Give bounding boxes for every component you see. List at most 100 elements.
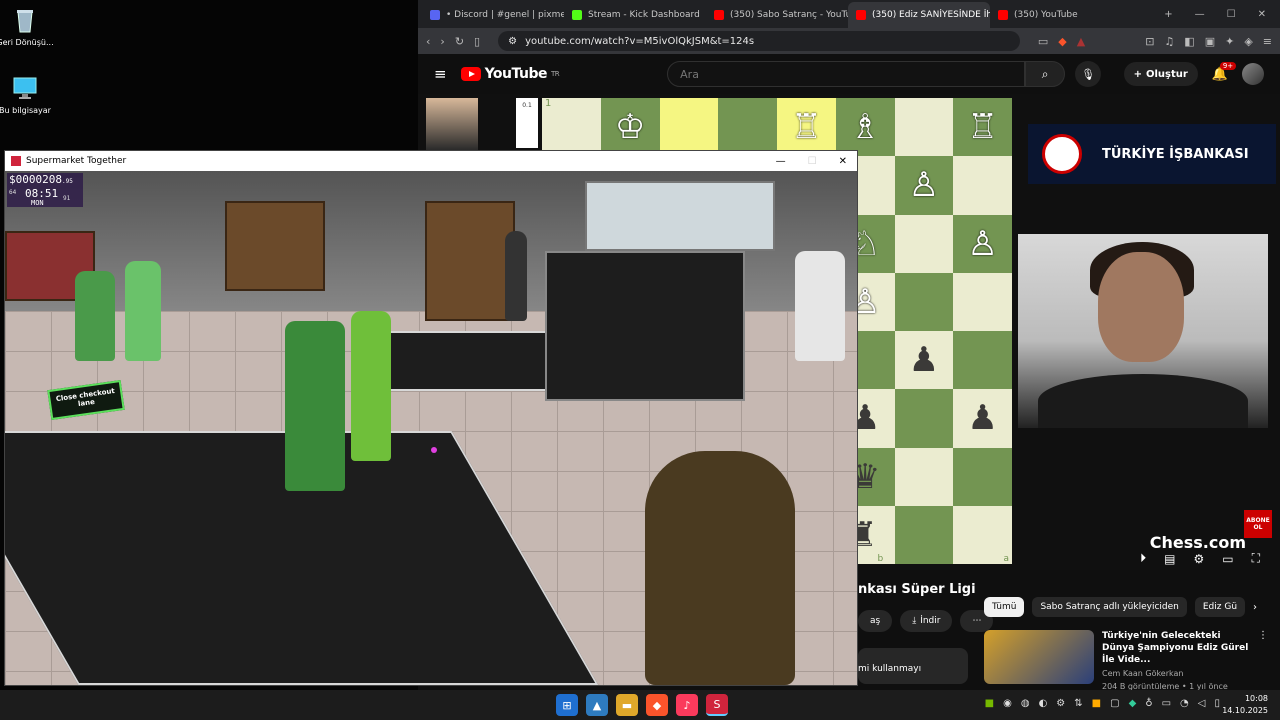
tab-kick[interactable]: Stream - Kick Dashboard — [564, 2, 706, 28]
download-button[interactable]: ⤓ İndir — [900, 610, 953, 632]
search-icon[interactable]: ⌕ — [1025, 61, 1066, 87]
game-day: MON — [31, 199, 44, 207]
maximize-icon[interactable]: ☐ — [808, 156, 817, 167]
subscribe-badge[interactable]: ABONE OL — [1244, 510, 1272, 538]
recommended-title[interactable]: Türkiye'nin Gelecekteki Dünya Şampiyonu … — [1102, 630, 1250, 666]
board-square: ♟ — [894, 331, 954, 390]
file-explorer-icon[interactable]: ▬ — [616, 694, 638, 716]
recommended-video[interactable]: Türkiye'nin Gelecekteki Dünya Şampiyonu … — [984, 630, 1268, 692]
display-icon[interactable]: ▭ — [1162, 698, 1171, 709]
network-icon[interactable]: ⇅ — [1074, 698, 1082, 709]
customer-npc — [351, 311, 391, 461]
sidebar-icon[interactable]: ◧ — [1184, 35, 1194, 48]
vpn-icon[interactable]: ◈ — [1244, 35, 1252, 48]
media-icon[interactable]: ♫ — [1164, 35, 1174, 48]
menu-icon[interactable]: ≡ — [1263, 35, 1272, 48]
url-field[interactable]: ⚙ youtube.com/watch?v=M5ivOlQkJSM&t=124s — [498, 31, 1020, 51]
microphone-icon[interactable]: ♁ — [1145, 698, 1152, 709]
cast-icon[interactable]: ▭ — [1038, 35, 1048, 48]
chip-uploader[interactable]: Sabo Satranç adlı yükleyiciden — [1032, 597, 1187, 617]
chip-all[interactable]: Tümü — [984, 597, 1025, 617]
video-thumbnail[interactable] — [984, 630, 1094, 684]
settings-icon[interactable]: ⚙ — [1056, 698, 1065, 709]
microphone-icon[interactable]: 🎙 — [1075, 61, 1102, 87]
supermarket-together-icon[interactable]: S — [706, 694, 728, 716]
board-square: ♔ — [600, 98, 660, 157]
create-button[interactable]: + Oluştur — [1123, 62, 1198, 86]
game-window[interactable]: Supermarket Together — ☐ ✕ Close checkou… — [4, 150, 858, 686]
video-title: nkası Süper Ligi — [858, 582, 976, 597]
photos-icon[interactable]: ▲ — [586, 694, 608, 716]
close-window-icon[interactable]: ✕ — [1258, 9, 1266, 20]
share-button[interactable]: aş — [858, 610, 893, 632]
tab-ediz-video[interactable]: (350) Ediz SANİYESİNDE İh ✕ — [848, 2, 990, 28]
notifications-bell-icon[interactable]: 🔔 9+ — [1212, 61, 1237, 82]
chess-federation-logo — [1042, 134, 1082, 174]
reload-icon[interactable]: ↻ — [455, 35, 464, 48]
system-clock[interactable]: 10:08 14.10.2025 — [1222, 693, 1268, 717]
game-viewport[interactable]: Close checkout lane $0000208.95 64 08:51… — [5, 171, 857, 685]
brave-shield-icon[interactable]: ◆ — [1058, 35, 1066, 48]
theater-mode-icon[interactable]: ▭ — [1222, 552, 1233, 566]
steam-icon[interactable]: ◍ — [1021, 698, 1030, 709]
youtube-header: ≡ YouTube TR ⌕ 🎙 + Oluştur 🔔 9+ — [418, 54, 1280, 94]
desktop-icon-this-pc[interactable]: Bu bilgisayar — [0, 74, 55, 116]
minimize-icon[interactable]: — — [776, 156, 786, 167]
volume-icon[interactable]: ◁ — [1198, 698, 1206, 709]
chat-icon[interactable]: ▢ — [1110, 698, 1119, 709]
tab-search-icon[interactable]: ⊡ — [1145, 35, 1154, 48]
board-square — [953, 156, 1012, 215]
discord-icon — [430, 10, 440, 20]
maximize-icon[interactable]: ☐ — [1227, 9, 1236, 20]
game-title-bar[interactable]: Supermarket Together — ☐ ✕ — [5, 151, 857, 171]
wallet-icon[interactable]: ▣ — [1205, 35, 1215, 48]
brave-browser-icon[interactable]: ◆ — [646, 694, 668, 716]
recommendation-chips: Tümü Sabo Satranç adlı yükleyiciden Ediz… — [984, 597, 1257, 617]
site-info-icon[interactable]: ⚙ — [508, 36, 517, 47]
nvidia-icon[interactable]: ■ — [985, 698, 994, 709]
address-bar: ‹ › ↻ ▯ ⚙ youtube.com/watch?v=M5ivOlQkJS… — [418, 28, 1280, 54]
new-tab-icon[interactable]: + — [1164, 9, 1172, 20]
recommended-channel[interactable]: Cem Kaan Gökerkan — [1102, 668, 1250, 679]
hamburger-menu-icon[interactable]: ≡ — [434, 65, 447, 83]
tab-discord[interactable]: • Discord | #genel | pixmens — [422, 2, 564, 28]
minimize-icon[interactable]: — — [1195, 9, 1205, 20]
leo-ai-icon[interactable]: ✦ — [1225, 35, 1234, 48]
fullscreen-icon[interactable]: ⛶ — [1252, 551, 1260, 566]
video-controls: ⏵ ▤ ⚙ ▭ ⛶ — [1140, 551, 1260, 566]
close-icon[interactable]: ✕ — [839, 156, 847, 167]
description-box[interactable]: mi kullanmayı — [858, 648, 968, 684]
subtitles-icon[interactable]: ▤ — [1164, 552, 1175, 566]
discord-tray-icon[interactable]: ◐ — [1039, 698, 1048, 709]
forward-icon[interactable]: › — [440, 35, 444, 48]
shield-icon[interactable]: ◆ — [1129, 698, 1137, 709]
board-square — [953, 272, 1012, 331]
board-square: ♖ — [953, 98, 1012, 157]
board-square — [894, 214, 954, 273]
battery-icon[interactable]: ▯ — [1214, 698, 1220, 709]
chip-ediz[interactable]: Ediz Gü — [1194, 597, 1246, 617]
settings-gear-icon[interactable]: ⚙ — [1193, 552, 1204, 566]
brave-rewards-icon[interactable]: ▲ — [1077, 35, 1085, 48]
board-square — [894, 98, 954, 157]
customer-npc — [125, 261, 161, 361]
obs-icon[interactable]: ◉ — [1003, 698, 1012, 709]
windows-start-icon[interactable]: ⊞ — [556, 694, 578, 716]
wifi-icon[interactable]: ◔ — [1180, 698, 1189, 709]
security-icon[interactable]: ■ — [1092, 698, 1101, 709]
autoplay-toggle-icon[interactable]: ⏵ — [1140, 551, 1146, 566]
bookmark-icon[interactable]: ▯ — [474, 35, 480, 48]
back-icon[interactable]: ‹ — [426, 35, 430, 48]
tab-youtube[interactable]: (350) YouTube — [990, 2, 1132, 28]
youtube-logo[interactable]: YouTube TR — [460, 66, 560, 82]
desktop-icon-recycle-bin[interactable]: Geri Dönüşü... — [0, 6, 55, 48]
board-square: ♙ — [953, 214, 1012, 273]
more-vert-icon[interactable]: ⋮ — [1258, 630, 1268, 692]
chevron-right-icon[interactable]: › — [1253, 602, 1257, 613]
itunes-icon[interactable]: ♪ — [676, 694, 698, 716]
tab-sabo-satranc[interactable]: (350) Sabo Satranç - YouTube — [706, 2, 848, 28]
download-icon: ⤓ — [912, 616, 917, 626]
avatar[interactable] — [1242, 63, 1264, 85]
money-counter: $0000208 — [9, 173, 62, 186]
search-input[interactable] — [667, 61, 1026, 87]
